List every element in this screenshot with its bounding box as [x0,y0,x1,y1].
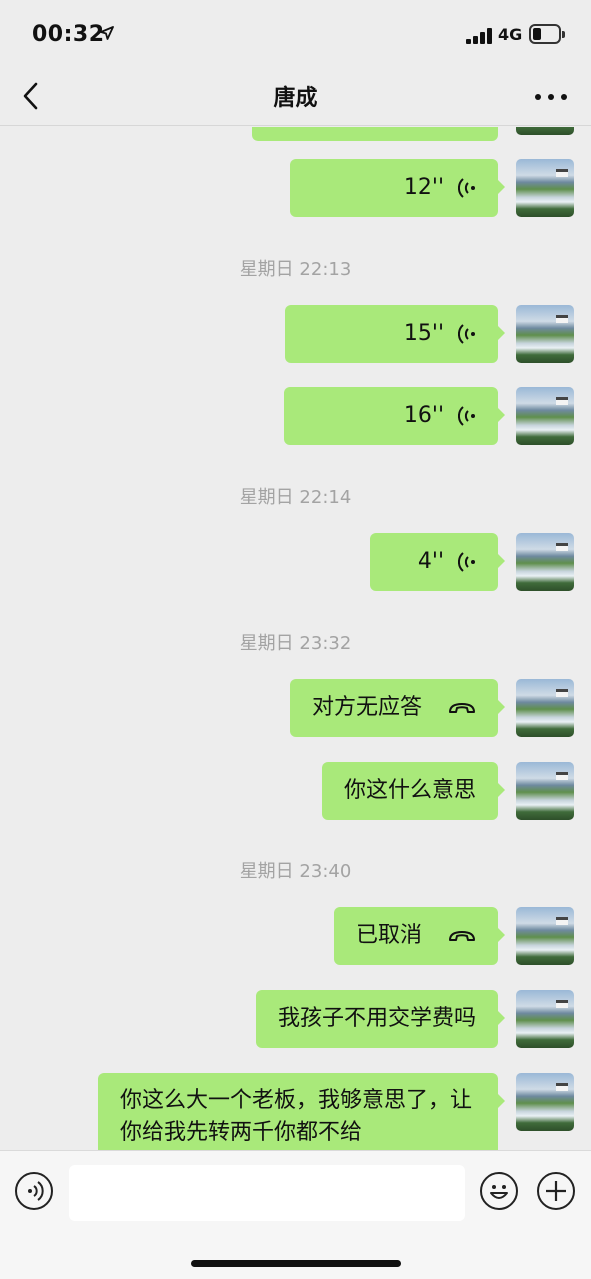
page-title: 唐成 [273,86,318,111]
voice-message[interactable]: 4'' [370,533,505,591]
call-status-text: 对方无应答 [311,695,422,720]
phone-hangup-icon [449,931,475,941]
avatar[interactable] [516,990,574,1048]
avatar[interactable] [516,533,574,591]
avatar[interactable] [516,159,574,217]
text-message[interactable]: 你这么大一个老板，我够意思了，让你给我先转两千你都不给 [98,1073,505,1150]
voice-duration: 4'' [417,549,444,574]
voice-wave-icon [458,324,475,344]
chat-header: 唐成 [0,64,591,126]
voice-wave-icon [458,406,475,426]
status-time: 00:32 [32,22,105,47]
network-type: 4G [498,25,523,44]
voice-message[interactable]: 15'' [285,305,505,363]
avatar[interactable] [516,387,574,445]
battery-icon [529,24,565,44]
message-list[interactable]: 12'' 星期日 22:13 15'' 16'' 星期日 22:14 4'' 星… [0,127,591,1150]
status-bar: 00:32 4G [0,0,591,64]
plus-icon[interactable] [537,1172,575,1210]
location-arrow-icon [100,26,114,40]
call-record-message[interactable]: 对方无应答 [289,679,506,737]
avatar[interactable] [516,762,574,820]
time-label: 星期日 23:40 [239,861,352,882]
avatar[interactable] [516,679,574,737]
voice-duration: 16'' [403,403,444,428]
signal-bars-icon [466,28,494,44]
text-message[interactable]: 我孩子不用交学费吗 [255,990,506,1048]
call-status-text: 已取消 [355,923,422,948]
voice-message[interactable]: 16'' [284,387,505,445]
voice-message[interactable]: 12'' [290,159,505,217]
voice-duration: 15'' [403,321,444,346]
avatar[interactable] [516,907,574,965]
time-label: 星期日 22:13 [239,259,352,280]
voice-wave-icon [458,178,475,198]
call-record-message[interactable]: 已取消 [333,907,506,965]
voice-message[interactable] [252,127,498,141]
message-input[interactable] [69,1165,465,1221]
voice-wave-icon [458,552,475,572]
avatar[interactable] [516,305,574,363]
voice-input-icon[interactable] [15,1172,53,1210]
emoji-icon[interactable] [480,1172,518,1210]
home-indicator[interactable] [191,1260,401,1267]
avatar[interactable] [516,127,574,135]
time-label: 星期日 23:32 [239,633,352,654]
more-dots-icon[interactable] [533,82,569,110]
avatar[interactable] [516,1073,574,1131]
time-label: 星期日 22:14 [239,487,352,508]
phone-hangup-icon [449,703,475,713]
text-message[interactable]: 你这什么意思 [321,762,506,820]
voice-duration: 12'' [403,175,444,200]
